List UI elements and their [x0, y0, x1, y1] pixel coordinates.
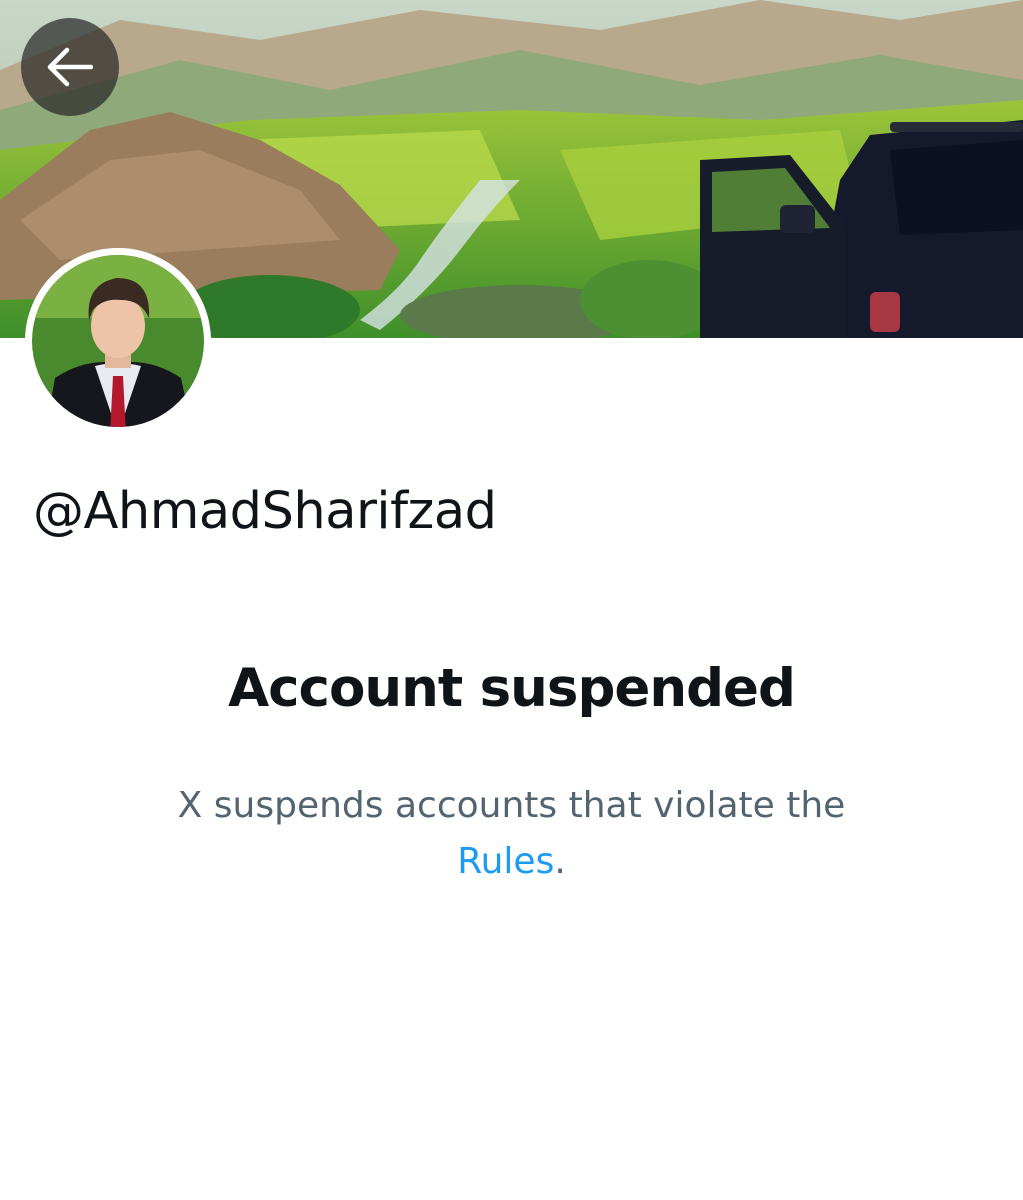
- avatar[interactable]: [25, 248, 211, 434]
- arrow-left-icon: [47, 47, 93, 87]
- profile-page: @AhmadSharifzad Account suspended X susp…: [0, 0, 1023, 1200]
- suspended-message: X suspends accounts that violate the: [177, 785, 846, 826]
- back-button[interactable]: [21, 18, 119, 116]
- profile-handle: @AhmadSharifzad: [33, 482, 497, 541]
- suspended-title: Account suspended: [228, 658, 796, 719]
- suspended-description: X suspends accounts that violate the Rule…: [130, 778, 893, 890]
- trailing-period: .: [554, 841, 566, 882]
- rules-link[interactable]: Rules: [457, 841, 554, 882]
